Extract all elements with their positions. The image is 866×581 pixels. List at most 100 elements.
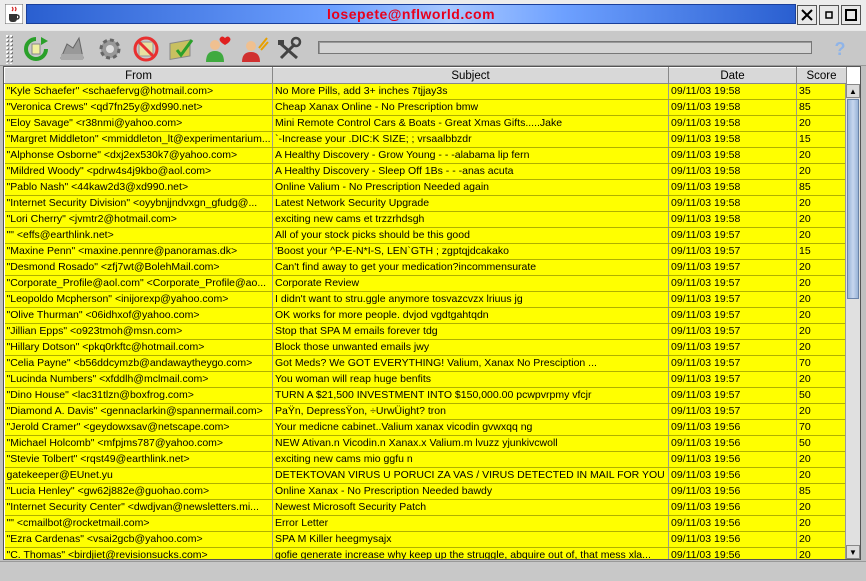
cell-from[interactable]: "Maxine Penn" <maxine.pennre@panoramas.d…: [4, 243, 273, 260]
cell-date[interactable]: 09/11/03 19:58: [668, 147, 797, 164]
cell-from[interactable]: "Margret Middleton" <mmiddleton_lt@exper…: [4, 131, 273, 148]
table-row[interactable]: "Jillian Epps" <o923tmoh@msn.com> Stop th…: [4, 323, 847, 340]
cell-score[interactable]: 20: [796, 339, 847, 356]
cell-date[interactable]: 09/11/03 19:58: [668, 99, 797, 116]
settings-button[interactable]: [94, 33, 126, 65]
cell-date[interactable]: 09/11/03 19:58: [668, 163, 797, 180]
cell-date[interactable]: 09/11/03 19:56: [668, 499, 797, 516]
column-header-from[interactable]: From: [4, 67, 273, 84]
cell-score[interactable]: 20: [796, 531, 847, 548]
cell-from[interactable]: "Veronica Crews" <qd7fn25y@xd990.net>: [4, 99, 273, 116]
cell-from[interactable]: "" <effs@earthlink.net>: [4, 227, 273, 244]
toggle-button[interactable]: [56, 33, 88, 65]
cell-from[interactable]: "Dino House" <lac31tlzn@boxfrog.com>: [4, 387, 273, 404]
cell-subject[interactable]: A Healthy Discovery - Grow Young - - -al…: [272, 147, 669, 164]
cell-date[interactable]: 09/11/03 19:58: [668, 195, 797, 212]
table-row[interactable]: "Lucinda Numbers" <xfddlh@mclmail.com> Yo…: [4, 371, 847, 388]
table-row[interactable]: "Kyle Schaefer" <schaefervg@hotmail.com>…: [4, 83, 847, 100]
cell-subject[interactable]: SPA M Killer heegmysajx: [272, 531, 669, 548]
cell-from[interactable]: "Mildred Woody" <pdrw4s4j9kbo@aol.com>: [4, 163, 273, 180]
cell-subject[interactable]: A Healthy Discovery - Sleep Off 1Bs - - …: [272, 163, 669, 180]
cell-date[interactable]: 09/11/03 19:57: [668, 403, 797, 420]
cell-subject[interactable]: Newest Microsoft Security Patch: [272, 499, 669, 516]
cell-score[interactable]: 20: [796, 467, 847, 484]
blacklist-user-button[interactable]: [238, 33, 270, 65]
table-row[interactable]: "Hillary Dotson" <pkq0rkftc@hotmail.com>…: [4, 339, 847, 356]
table-row[interactable]: "Eloy Savage" <r38nmi@yahoo.com> Mini Rem…: [4, 115, 847, 132]
cell-score[interactable]: 20: [796, 499, 847, 516]
cell-date[interactable]: 09/11/03 19:57: [668, 387, 797, 404]
cell-score[interactable]: 20: [796, 227, 847, 244]
cell-date[interactable]: 09/11/03 19:58: [668, 115, 797, 132]
cell-from[interactable]: "Corporate_Profile@aol.com" <Corporate_P…: [4, 275, 273, 292]
cell-score[interactable]: 20: [796, 291, 847, 308]
refresh-button[interactable]: [20, 33, 52, 65]
table-row[interactable]: gatekeeper@EUnet.yu DETEKTOVAN VIRUS U PO…: [4, 467, 847, 484]
cell-from[interactable]: "" <cmailbot@rocketmail.com>: [4, 515, 273, 532]
cell-date[interactable]: 09/11/03 19:57: [668, 227, 797, 244]
table-row[interactable]: "Pablo Nash" <44kaw2d3@xd990.net> Online …: [4, 179, 847, 196]
scroll-thumb[interactable]: [847, 99, 859, 299]
cell-score[interactable]: 85: [796, 99, 847, 116]
cell-score[interactable]: 85: [796, 179, 847, 196]
cell-date[interactable]: 09/11/03 19:57: [668, 355, 797, 372]
cell-subject[interactable]: Your medicne cabinet..Valium xanax vicod…: [272, 419, 669, 436]
table-row[interactable]: "Veronica Crews" <qd7fn25y@xd990.net> Che…: [4, 99, 847, 116]
cell-from[interactable]: "Stevie Tolbert" <rqst49@earthlink.net>: [4, 451, 273, 468]
maximize-button[interactable]: [841, 5, 861, 25]
cell-score[interactable]: 20: [796, 371, 847, 388]
column-header-score[interactable]: Score: [796, 67, 847, 84]
cell-subject[interactable]: Cheap Xanax Online - No Prescription bmw: [272, 99, 669, 116]
cell-from[interactable]: "Pablo Nash" <44kaw2d3@xd990.net>: [4, 179, 273, 196]
cell-date[interactable]: 09/11/03 19:58: [668, 131, 797, 148]
cell-score[interactable]: 15: [796, 131, 847, 148]
cell-subject[interactable]: OK works for more people. dvjod vgdtgaht…: [272, 307, 669, 324]
cell-from[interactable]: "Jillian Epps" <o923tmoh@msn.com>: [4, 323, 273, 340]
cell-from[interactable]: "Alphonse Osborne" <dxj2ex530k7@yahoo.co…: [4, 147, 273, 164]
cell-from[interactable]: "Diamond A. Davis" <gennaclarkin@spanner…: [4, 403, 273, 420]
approve-button[interactable]: [166, 33, 198, 65]
help-button[interactable]: ?: [828, 37, 852, 61]
cell-from[interactable]: "Lucinda Numbers" <xfddlh@mclmail.com>: [4, 371, 273, 388]
cell-subject[interactable]: Mini Remote Control Cars & Boats - Great…: [272, 115, 669, 132]
cell-from[interactable]: "Internet Security Center" <dwdjvan@news…: [4, 499, 273, 516]
table-row[interactable]: "Jerold Cramer" <geydowxsav@netscape.com…: [4, 419, 847, 436]
table-row[interactable]: "Stevie Tolbert" <rqst49@earthlink.net> e…: [4, 451, 847, 468]
cell-from[interactable]: "Ezra Cardenas" <vsai2gcb@yahoo.com>: [4, 531, 273, 548]
cell-date[interactable]: 09/11/03 19:56: [668, 515, 797, 532]
close-button[interactable]: [797, 5, 817, 25]
cell-subject[interactable]: I didn't want to stru.ggle anymore tosva…: [272, 291, 669, 308]
cell-date[interactable]: 09/11/03 19:56: [668, 467, 797, 484]
cell-subject[interactable]: Online Xanax - No Prescription Needed ba…: [272, 483, 669, 500]
java-cup-icon[interactable]: [4, 3, 24, 25]
cell-score[interactable]: 50: [796, 387, 847, 404]
tools-button[interactable]: [274, 33, 306, 65]
whitelist-user-button[interactable]: [202, 33, 234, 65]
cell-score[interactable]: 70: [796, 355, 847, 372]
cell-from[interactable]: "Internet Security Division" <oyybnjjndv…: [4, 195, 273, 212]
cell-score[interactable]: 35: [796, 83, 847, 100]
cell-score[interactable]: 20: [796, 147, 847, 164]
cell-date[interactable]: 09/11/03 19:56: [668, 531, 797, 548]
table-row[interactable]: "Ezra Cardenas" <vsai2gcb@yahoo.com> SPA …: [4, 531, 847, 548]
cell-from[interactable]: "Leopoldo Mcpherson" <inijorexp@yahoo.co…: [4, 291, 273, 308]
cell-subject[interactable]: Error Letter: [272, 515, 669, 532]
table-row[interactable]: "Mildred Woody" <pdrw4s4j9kbo@aol.com> A …: [4, 163, 847, 180]
scroll-down-button[interactable]: ▼: [846, 545, 860, 559]
cell-subject[interactable]: Block those unwanted emails jwy: [272, 339, 669, 356]
cell-score[interactable]: 85: [796, 483, 847, 500]
cell-subject[interactable]: Corporate Review: [272, 275, 669, 292]
cell-subject[interactable]: All of your stock picks should be this g…: [272, 227, 669, 244]
table-row[interactable]: "Michael Holcomb" <mfpjms787@yahoo.com> N…: [4, 435, 847, 452]
cell-from[interactable]: gatekeeper@EUnet.yu: [4, 467, 273, 484]
cell-score[interactable]: 20: [796, 515, 847, 532]
cell-date[interactable]: 09/11/03 19:56: [668, 547, 797, 559]
cell-score[interactable]: 50: [796, 435, 847, 452]
cell-from[interactable]: "Lori Cherry" <jvmtr2@hotmail.com>: [4, 211, 273, 228]
cell-subject[interactable]: Got Meds? We GOT EVERYTHING! Valium, Xan…: [272, 355, 669, 372]
cell-subject[interactable]: Can't find away to get your medication?i…: [272, 259, 669, 276]
cell-date[interactable]: 09/11/03 19:57: [668, 339, 797, 356]
cell-score[interactable]: 20: [796, 323, 847, 340]
cell-from[interactable]: "C. Thomas" <birdjiet@revisionsucks.com>: [4, 547, 273, 559]
cell-score[interactable]: 20: [796, 275, 847, 292]
